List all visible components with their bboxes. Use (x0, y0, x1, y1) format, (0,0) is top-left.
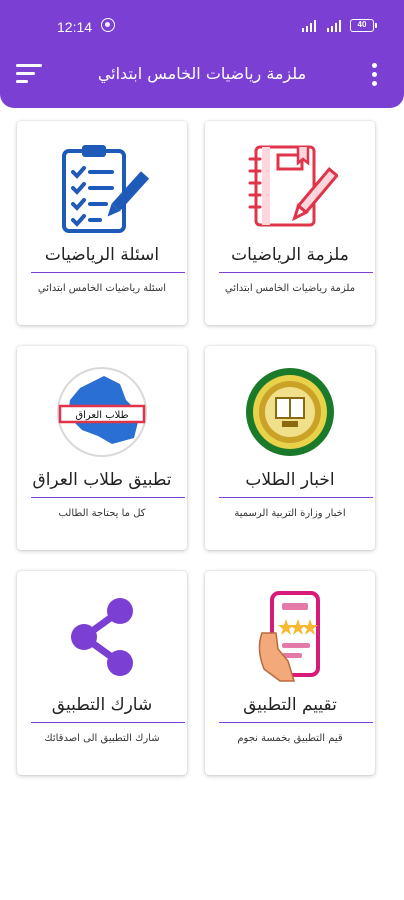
card-subtitle: كل ما يحتاجة الطالب (58, 508, 146, 519)
card-student-news[interactable]: اخبار الطلاب اخبار وزارة التربية الرسمية (205, 346, 375, 550)
status-time: 12:14 (57, 19, 93, 35)
notebook-pencil-icon (205, 139, 375, 235)
status-bar: 12:14 40 (0, 0, 404, 52)
divider (31, 497, 185, 498)
phone-rating-icon (205, 589, 375, 685)
ministry-seal-icon (205, 364, 375, 460)
whatsapp-notification-icon (101, 18, 115, 32)
card-title: شارك التطبيق (51, 695, 153, 715)
divider (31, 272, 185, 273)
app-bar: ملزمة رياضيات الخامس ابتدائي (0, 52, 404, 98)
logo-text: طلاب العراق (75, 410, 128, 421)
card-subtitle: شارك التطبيق الى اصدقائك (44, 733, 160, 744)
card-title: اسئلة الرياضيات (44, 245, 160, 265)
card-math-booklet[interactable]: ملزمة الرياضيات ملزمة رياضيات الخامس ابت… (205, 121, 375, 325)
clipboard-checklist-icon (17, 139, 187, 235)
iraq-map-logo-icon: طلاب العراق (17, 364, 187, 460)
card-subtitle: اخبار وزارة التربية الرسمية (234, 508, 346, 519)
divider (31, 722, 185, 723)
card-title: تقييم التطبيق (243, 695, 337, 715)
card-math-questions[interactable]: اسئلة الرياضيات اسئلة رياضيات الخامس ابت… (17, 121, 187, 325)
card-rate-app[interactable]: تقييم التطبيق قيم التطبيق بخمسة نجوم (205, 571, 375, 775)
hamburger-menu-icon[interactable] (16, 64, 42, 84)
battery-icon: 40 (350, 19, 377, 32)
card-iraq-students-app[interactable]: طلاب العراق تطبيق طلاب العراق كل ما يحتا… (17, 346, 187, 550)
card-subtitle: اسئلة رياضيات الخامس ابتدائي (37, 283, 167, 294)
card-share-app[interactable]: شارك التطبيق شارك التطبيق الى اصدقائك (17, 571, 187, 775)
card-title: تطبيق طلاب العراق (32, 470, 172, 490)
divider (219, 497, 373, 498)
card-subtitle: ملزمة رياضيات الخامس ابتدائي (224, 283, 356, 294)
card-title: اخبار الطلاب (245, 470, 335, 490)
signal-icon (302, 20, 316, 32)
app-header: 12:14 40 ملزمة رياضيات الخامس ابتدائي (0, 0, 404, 108)
divider (219, 272, 373, 273)
card-subtitle: قيم التطبيق بخمسة نجوم (237, 733, 343, 744)
share-icon (17, 589, 187, 685)
more-vert-icon[interactable] (370, 63, 380, 87)
page-title: ملزمة رياضيات الخامس ابتدائي (97, 64, 307, 83)
signal-icon-2 (327, 20, 341, 32)
card-title: ملزمة الرياضيات (231, 245, 349, 265)
divider (219, 722, 373, 723)
